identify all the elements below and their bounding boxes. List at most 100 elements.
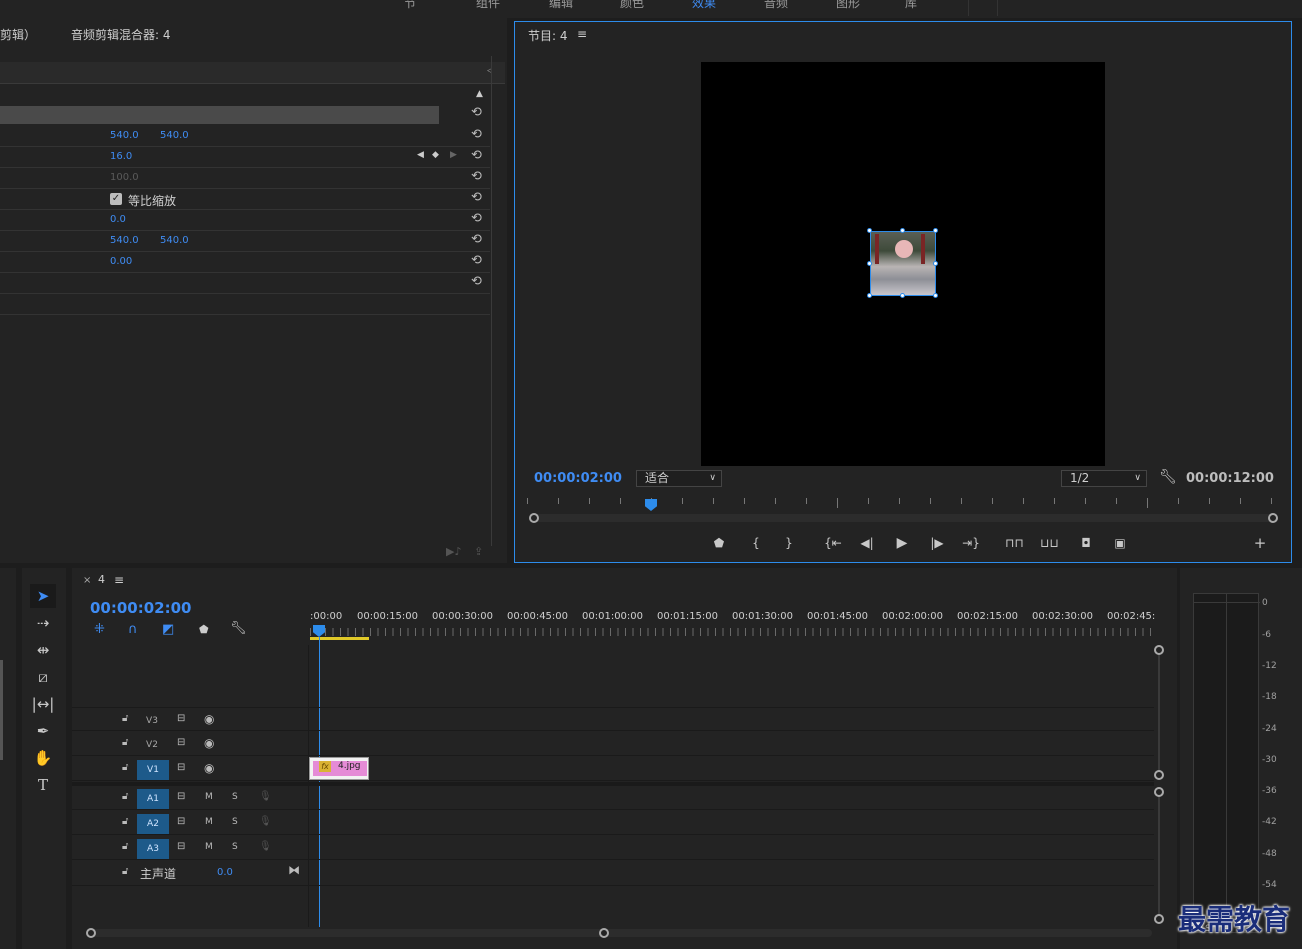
play-icon[interactable]: ▶ (893, 534, 911, 552)
step-back-icon[interactable]: ◀| (858, 534, 876, 552)
panel-menu-icon[interactable]: ≡ (577, 27, 587, 41)
vscroll-handle[interactable] (1154, 787, 1164, 797)
wrench-icon[interactable]: 🔧︎ (230, 621, 247, 636)
workspace-tab-f[interactable]: 音频 (764, 0, 788, 11)
workspace-tab-g[interactable]: 图形 (836, 0, 860, 11)
solo-button[interactable]: S (232, 817, 238, 827)
prev-keyframe-icon[interactable]: ◀ (417, 150, 424, 160)
mute-button[interactable]: M (205, 792, 213, 802)
pen-tool-icon[interactable]: ✒ (30, 719, 56, 743)
hscroll-handle-right[interactable] (599, 928, 609, 938)
tab-audio-clip-mixer[interactable]: 音频剪辑混合器: 4 (71, 26, 171, 43)
add-marker-icon[interactable]: ⬟ (710, 534, 728, 552)
track-label[interactable]: V1 (137, 760, 169, 780)
scroll-handle-right[interactable] (1268, 513, 1278, 523)
add-button-icon[interactable]: + (1251, 534, 1269, 552)
timeline-ruler[interactable]: :00:00 00:00:15:00 00:00:30:00 00:00:45:… (310, 611, 1155, 625)
workspace-tab-b[interactable]: 组件 (476, 0, 500, 11)
audio-only-icon[interactable]: ▶♪ (446, 545, 461, 558)
type-tool-icon[interactable]: T (30, 773, 56, 797)
export-icon[interactable]: ⇪ (474, 545, 483, 558)
reset-icon[interactable]: ⟲ (471, 191, 485, 205)
lock-icon[interactable]: 🔓︎ (122, 737, 128, 748)
workspace-tab-a[interactable]: 节 (404, 0, 416, 11)
sync-lock-icon[interactable]: ⊟ (177, 841, 185, 852)
workspace-tab-d[interactable]: 颜色 (620, 0, 644, 11)
sync-lock-icon[interactable]: ⊟ (177, 713, 185, 724)
param-value-x[interactable]: 540.0 (110, 235, 139, 246)
nest-icon[interactable]: ⁜ (94, 622, 105, 637)
timeline-clip[interactable]: fx 4.jpg (309, 757, 369, 780)
razor-tool-icon[interactable]: ⧄ (30, 665, 56, 689)
reset-icon[interactable]: ⟲ (471, 212, 485, 226)
scroll-handle-left[interactable] (529, 513, 539, 523)
video-vscroll[interactable] (1158, 647, 1160, 775)
vscroll-handle[interactable] (1154, 914, 1164, 924)
camera-icon[interactable]: ◘ (1077, 534, 1095, 552)
uniform-scale-checkbox[interactable]: ✓ (110, 193, 122, 205)
go-to-out-icon[interactable]: ⇥} (962, 534, 980, 552)
mute-button[interactable]: M (205, 817, 213, 827)
lock-icon[interactable]: 🔓︎ (122, 713, 128, 724)
reset-icon[interactable]: ⟲ (471, 170, 485, 184)
hscroll-handle-left[interactable] (86, 928, 96, 938)
panel-menu-icon[interactable]: ≡ (114, 573, 124, 587)
wrench-icon[interactable]: 🔧︎ (1159, 469, 1177, 485)
param-value[interactable]: 0.0 (110, 214, 126, 225)
program-mini-ruler[interactable] (527, 498, 1274, 512)
track-label[interactable]: A2 (137, 814, 169, 834)
next-keyframe-icon[interactable]: ▶ (450, 150, 457, 160)
vscroll-handle[interactable] (1154, 645, 1164, 655)
vscroll-handle[interactable] (1154, 770, 1164, 780)
lift-icon[interactable]: ⊓⊓ (1005, 534, 1024, 552)
extract-icon[interactable]: ⊔⊔ (1040, 534, 1059, 552)
param-value-y[interactable]: 540.0 (160, 130, 189, 141)
workspace-tab-c[interactable]: 编辑 (549, 0, 573, 11)
clip-preview-image[interactable] (870, 231, 936, 296)
sync-lock-icon[interactable]: ⊟ (177, 762, 185, 773)
track-label[interactable]: V3 (136, 711, 168, 731)
clip-bar[interactable] (0, 106, 439, 124)
selection-tool-icon[interactable]: ➤ (30, 584, 56, 608)
eye-icon[interactable]: ◉ (204, 736, 214, 750)
go-to-edit-icon[interactable]: ⧓ (288, 863, 300, 877)
resolution-dropdown[interactable]: 1/2 ∨ (1061, 470, 1147, 487)
transform-handle[interactable] (933, 228, 938, 233)
eye-icon[interactable]: ◉ (204, 712, 214, 726)
audio-vscroll[interactable] (1158, 792, 1160, 919)
track-select-tool-icon[interactable]: ⇢ (30, 611, 56, 635)
solo-button[interactable]: S (232, 842, 238, 852)
param-value-x[interactable]: 540.0 (110, 130, 139, 141)
param-value[interactable]: 16.0 (110, 151, 132, 162)
reset-icon[interactable]: ⟲ (471, 128, 485, 142)
mark-out-icon[interactable]: } (780, 534, 798, 552)
reset-icon[interactable]: ⟲ (471, 149, 485, 163)
workspace-overflow[interactable] (968, 0, 998, 16)
go-to-in-icon[interactable]: {⇤ (824, 534, 842, 552)
edge-scrollbar[interactable] (0, 660, 3, 760)
linked-selection-icon[interactable]: ◩ (162, 622, 174, 637)
microphone-icon[interactable]: 🎙︎ (259, 791, 272, 802)
transform-handle[interactable] (867, 293, 872, 298)
comparison-view-icon[interactable]: ▣ (1111, 534, 1129, 552)
slip-tool-icon[interactable]: |↔| (30, 692, 56, 716)
reset-icon[interactable]: ⟲ (471, 275, 485, 289)
hand-tool-icon[interactable]: ✋ (30, 746, 56, 770)
master-value[interactable]: 0.0 (217, 867, 233, 878)
track-label[interactable]: A1 (137, 789, 169, 809)
add-keyframe-icon[interactable]: ◆ (432, 150, 439, 160)
timeline-current-time[interactable]: 00:00:02:00 (90, 599, 192, 617)
tab-source[interactable]: 剪辑） (0, 26, 36, 43)
workspace-tab-e[interactable]: 效果 (692, 0, 716, 11)
transform-handle[interactable] (900, 293, 905, 298)
solo-button[interactable]: S (232, 792, 238, 802)
transform-handle[interactable] (867, 228, 872, 233)
lock-icon[interactable]: 🔓︎ (122, 866, 128, 877)
add-marker-icon[interactable]: ⬟ (199, 623, 209, 636)
track-label[interactable]: A3 (137, 839, 169, 859)
zoom-dropdown[interactable]: 适合 ∨ (636, 470, 722, 487)
lock-icon[interactable]: 🔓︎ (122, 841, 128, 852)
sequence-tab[interactable]: 4 (98, 573, 105, 586)
ripple-edit-tool-icon[interactable]: ⇹ (30, 638, 56, 662)
lock-icon[interactable]: 🔓︎ (122, 762, 128, 773)
